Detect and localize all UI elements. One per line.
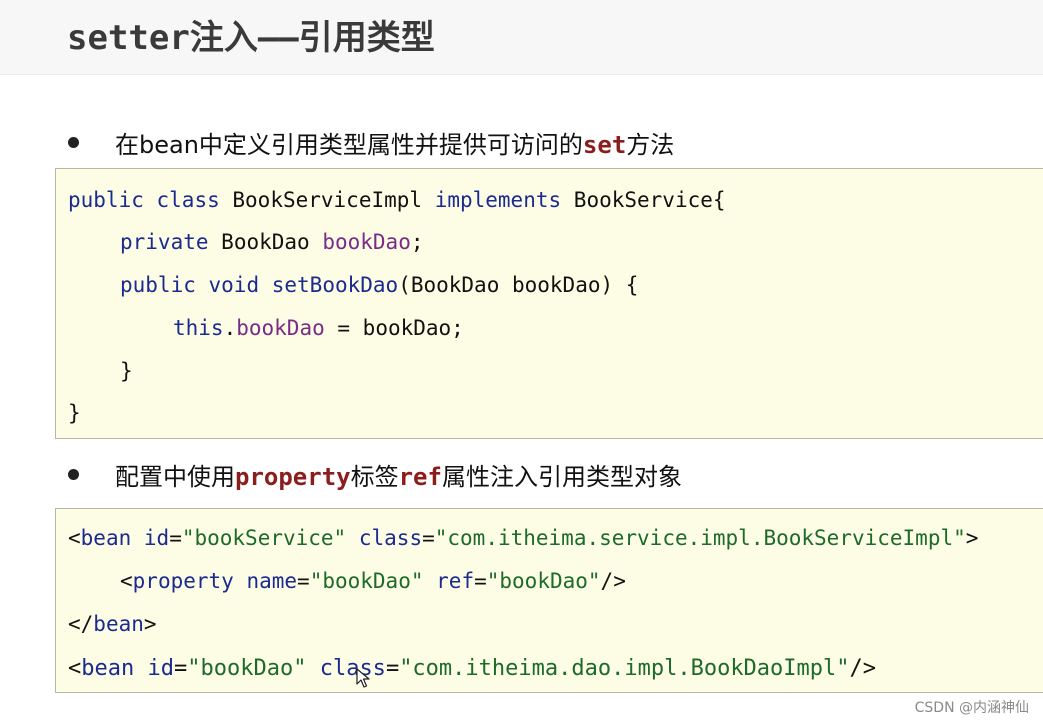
keyword-ref: ref	[398, 462, 442, 491]
bullet-text-1: 在bean中定义引用类型属性并提供可访问的set方法	[115, 130, 675, 159]
code-line: public class BookServiceImpl implements …	[68, 188, 726, 212]
code-line: }	[120, 359, 133, 383]
xml-code-block: <bean id="bookService" class="com.itheim…	[55, 508, 1043, 693]
watermark: CSDN @内涵神仙	[914, 700, 1029, 716]
code-line: public void setBookDao(BookDao bookDao) …	[120, 273, 639, 297]
code-line: </bean>	[68, 612, 157, 636]
code-line: <property name="bookDao" ref="bookDao"/>	[120, 569, 626, 593]
code-line: <bean id="bookDao" class="com.itheima.da…	[68, 656, 877, 681]
keyword-set: set	[582, 130, 627, 159]
bullet-item-1: 在bean中定义引用类型属性并提供可访问的set方法	[68, 125, 674, 159]
title-bar: setter注入——引用类型	[0, 0, 1043, 75]
bullet-text-2: 配置中使用property标签ref属性注入引用类型对象	[115, 462, 682, 491]
bullet-dot	[68, 468, 79, 480]
bullet-item-2: 配置中使用property标签ref属性注入引用类型对象	[68, 457, 682, 491]
java-code-block: public class BookServiceImpl implements …	[55, 168, 1043, 439]
code-line: <bean id="bookService" class="com.itheim…	[68, 526, 979, 550]
bullet-dot	[68, 136, 79, 148]
mouse-cursor-icon	[356, 668, 370, 688]
page-title: setter注入——引用类型	[67, 18, 435, 58]
code-line: }	[68, 401, 81, 425]
keyword-property: property	[235, 462, 351, 491]
code-line: private BookDao bookDao;	[120, 230, 424, 254]
code-line: this.bookDao = bookDao;	[173, 316, 464, 340]
